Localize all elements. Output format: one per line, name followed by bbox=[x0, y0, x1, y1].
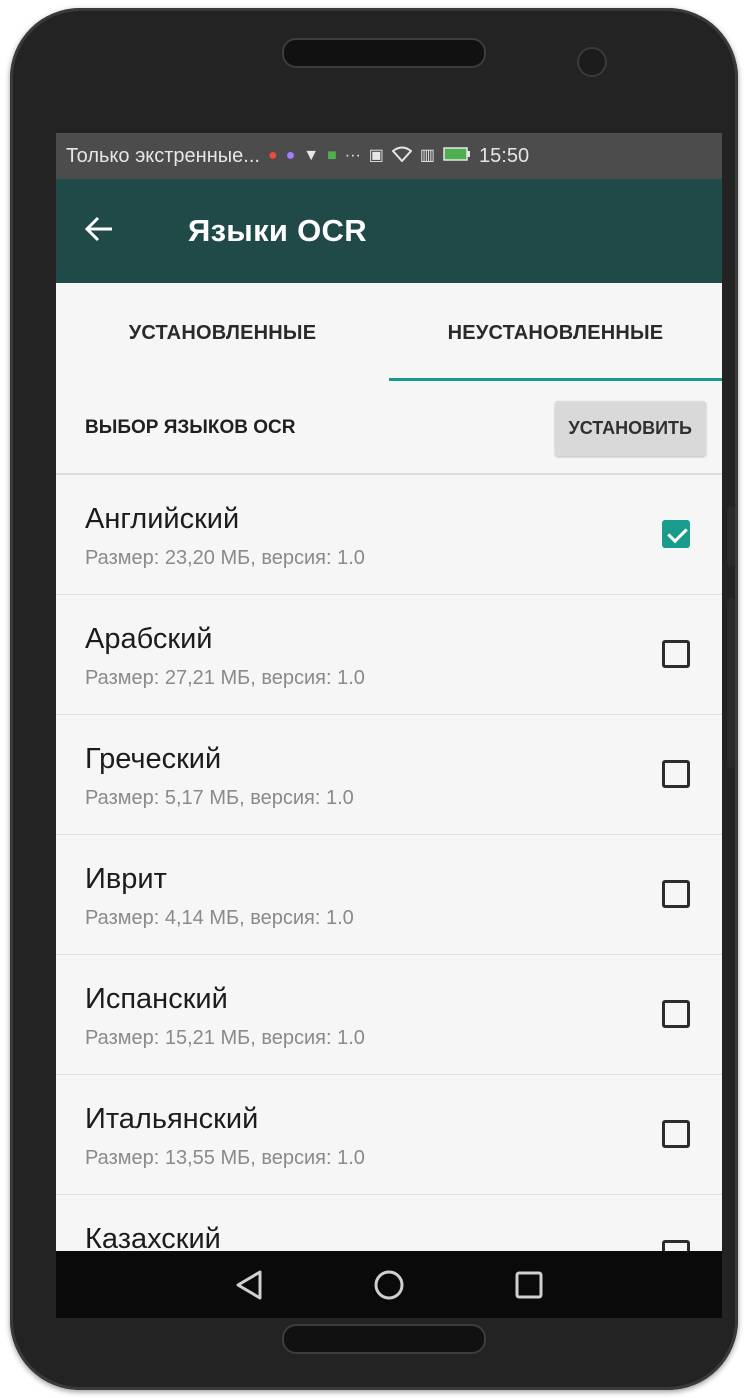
more-icon: ··· bbox=[344, 147, 361, 164]
language-name: Испанский bbox=[85, 983, 228, 1015]
wifi-icon bbox=[391, 146, 413, 166]
battery-icon bbox=[443, 147, 471, 165]
screen: Только экстренные... ● ● ▼ ■ ··· ▣ ▥ 15:… bbox=[56, 133, 722, 1318]
language-checkbox[interactable] bbox=[662, 640, 690, 668]
page-title: Языки OCR bbox=[188, 213, 367, 248]
chat-icon: ● bbox=[267, 147, 278, 164]
list-item[interactable]: Иврит Размер: 4,14 МБ, версия: 1.0 bbox=[56, 835, 722, 955]
language-name: Иврит bbox=[85, 863, 167, 895]
power-key bbox=[727, 598, 735, 768]
language-name: Греческий bbox=[85, 743, 222, 775]
system-nav-bar bbox=[56, 1251, 722, 1318]
app-icon: ● bbox=[285, 147, 296, 164]
shield-icon: ▼ bbox=[303, 147, 320, 164]
list-item[interactable]: Итальянский Размер: 13,55 МБ, версия: 1.… bbox=[56, 1075, 722, 1195]
language-info: Размер: 13,55 МБ, версия: 1.0 bbox=[85, 1147, 365, 1169]
status-icons: ● ● ▼ ■ ··· ▣ ▥ bbox=[268, 146, 471, 166]
app-icon: ■ bbox=[327, 147, 337, 164]
tab-installed[interactable]: УСТАНОВЛЕННЫЕ bbox=[56, 283, 389, 383]
language-name: Арабский bbox=[85, 623, 213, 655]
home-circle-icon[interactable] bbox=[369, 1265, 409, 1305]
language-checkbox[interactable] bbox=[662, 760, 690, 788]
language-checkbox[interactable] bbox=[662, 520, 690, 548]
language-info: Размер: 5,17 МБ, версия: 1.0 bbox=[85, 787, 354, 809]
language-checkbox[interactable] bbox=[662, 1000, 690, 1028]
install-button[interactable]: УСТАНОВИТЬ bbox=[554, 400, 706, 456]
language-info: Размер: 15,21 МБ, версия: 1.0 bbox=[85, 1027, 365, 1049]
front-camera bbox=[577, 47, 607, 77]
signal-icon: ▥ bbox=[419, 147, 436, 164]
language-info: Размер: 4,14 МБ, версия: 1.0 bbox=[85, 907, 354, 929]
status-message: Только экстренные... bbox=[66, 144, 260, 167]
app-bar: Языки OCR bbox=[56, 179, 722, 283]
tab-not-installed[interactable]: НЕУСТАНОВЛЕННЫЕ bbox=[389, 283, 722, 383]
language-checkbox[interactable] bbox=[662, 1120, 690, 1148]
list-item[interactable]: Испанский Размер: 15,21 МБ, версия: 1.0 bbox=[56, 955, 722, 1075]
language-checkbox[interactable] bbox=[662, 880, 690, 908]
language-list: Английский Размер: 23,20 МБ, версия: 1.0… bbox=[56, 475, 722, 1315]
list-item[interactable]: Греческий Размер: 5,17 МБ, версия: 1.0 bbox=[56, 715, 722, 835]
status-clock: 15:50 bbox=[479, 144, 530, 167]
language-info: Размер: 27,21 МБ, версия: 1.0 bbox=[85, 667, 365, 689]
status-bar: Только экстренные... ● ● ▼ ■ ··· ▣ ▥ 15:… bbox=[56, 133, 722, 179]
list-item[interactable]: Английский Размер: 23,20 МБ, версия: 1.0 bbox=[56, 475, 722, 595]
language-info: Размер: 23,20 МБ, версия: 1.0 bbox=[85, 547, 365, 569]
list-item[interactable]: Арабский Размер: 27,21 МБ, версия: 1.0 bbox=[56, 595, 722, 715]
tab-bar: УСТАНОВЛЕННЫЕ НЕУСТАНОВЛЕННЫЕ bbox=[56, 283, 722, 383]
language-name: Итальянский bbox=[85, 1103, 259, 1135]
phone-frame: Только экстренные... ● ● ▼ ■ ··· ▣ ▥ 15:… bbox=[10, 8, 738, 1390]
back-triangle-icon[interactable] bbox=[229, 1265, 269, 1305]
back-arrow-icon[interactable] bbox=[84, 213, 134, 250]
section-header: ВЫБОР ЯЗЫКОВ OCR УСТАНОВИТЬ bbox=[56, 383, 722, 475]
bottom-speaker bbox=[282, 1324, 486, 1354]
language-name: Английский bbox=[85, 503, 240, 535]
earpiece-speaker bbox=[282, 38, 486, 68]
section-label: ВЫБОР ЯЗЫКОВ OCR bbox=[85, 417, 296, 438]
nfc-icon: ▣ bbox=[368, 147, 384, 164]
recents-square-icon[interactable] bbox=[509, 1265, 549, 1305]
volume-key bbox=[727, 506, 735, 566]
